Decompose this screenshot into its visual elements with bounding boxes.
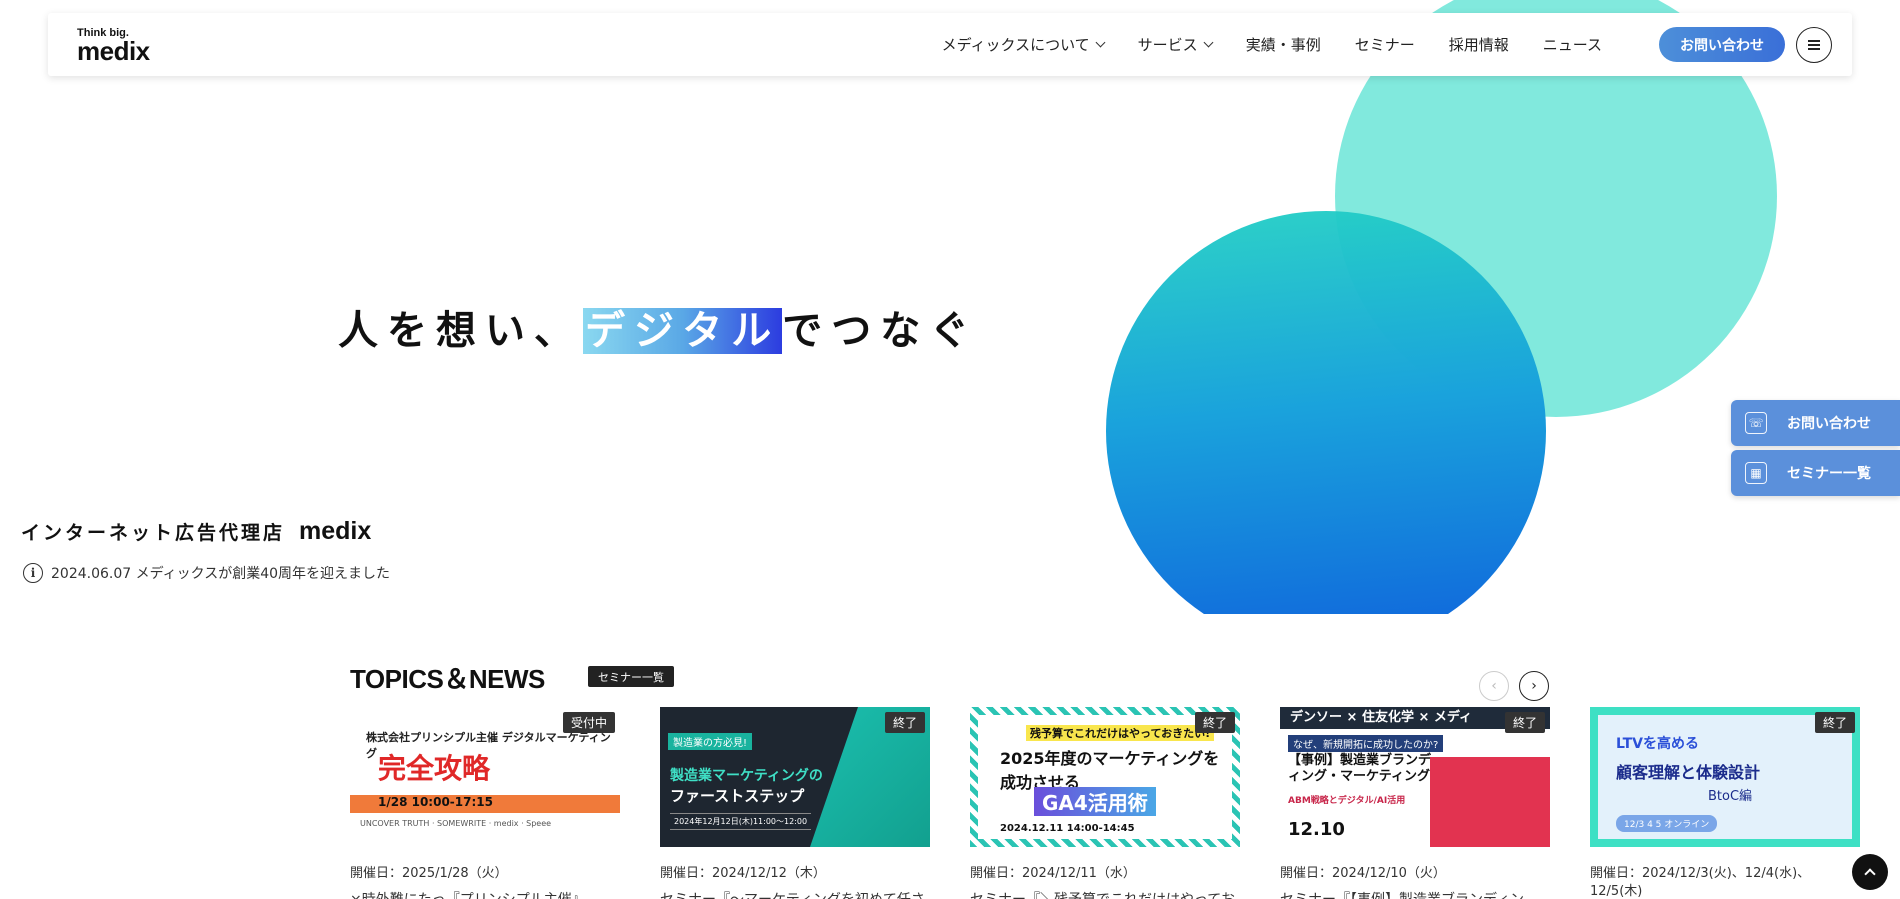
news-ticker-text: 2024.06.07 メディックスが創業40周年を迎えました: [51, 566, 391, 582]
side-seminar-button[interactable]: ▦ セミナー一覧: [1731, 450, 1900, 496]
hero-copy-after: でつなぐ: [782, 308, 979, 354]
agency-logo: medix: [299, 517, 372, 545]
card-thumbnail[interactable]: デンソー × 住友化学 × メディ なぜ、新規開拓に成功したのか? 【事例】製造…: [1280, 707, 1550, 847]
thumb-text: 2024年12月12日(木)11:00～12:00: [670, 813, 812, 830]
thumb-text: 2024.12.11 14:00-14:45: [1000, 823, 1135, 834]
thumb-text: 残予算でこれだけはやっておきたい!: [1026, 725, 1215, 741]
thumb-panel: 残予算でこれだけはやっておきたい! 2025年度のマーケティングを成功させる G…: [978, 715, 1232, 839]
thumb-text: BtoC編: [1708, 789, 1753, 804]
hero-copy-before: 人を想い、: [338, 308, 583, 354]
card-date: 開催日：2025/1/28（火）: [350, 866, 508, 881]
status-badge: 終了: [1814, 712, 1855, 733]
thumb-text: 1/28 10:00-17:15: [350, 795, 620, 813]
side-seminar-label: セミナー一覧: [1787, 466, 1871, 482]
nav-services-label: サービス: [1137, 36, 1198, 54]
card-thumbnail[interactable]: 製造業の方必見! 製造業マーケティングの ファーストステップ 2024年12月1…: [660, 707, 930, 847]
thumb-text: GA4活用術: [1034, 787, 1156, 816]
topic-card[interactable]: 製造業の方必見! 製造業マーケティングの ファーストステップ 2024年12月1…: [660, 707, 930, 899]
nav-seminar-label: セミナー: [1354, 36, 1415, 54]
status-badge: 終了: [884, 712, 925, 733]
info-icon: i: [23, 563, 43, 583]
card-date: 開催日：2024/12/3(火)、12/4(水)、12/5(木): [1590, 866, 1811, 899]
hero-copy-highlight: デジタル: [583, 308, 783, 354]
thumb-text: 【事例】製造業ブランディング・マーケティング: [1288, 753, 1432, 784]
topic-card[interactable]: デンソー × 住友化学 × メディ なぜ、新規開拓に成功したのか? 【事例】製造…: [1280, 707, 1550, 899]
nav-about-label: メディックスについて: [941, 36, 1090, 54]
nav-seminar[interactable]: セミナー: [1355, 34, 1415, 55]
calendar-icon: ▦: [1745, 462, 1767, 484]
nav-about[interactable]: メディックスについて: [941, 34, 1106, 55]
card-title[interactable]: セミナー『【事例】製造業ブランディン: [1280, 889, 1550, 899]
logo-word: medix: [77, 36, 150, 66]
topic-card[interactable]: LTVを高める 顧客理解と体験設計 BtoC編 12/3 4 5 オンライン 終…: [1590, 707, 1860, 899]
thumb-text: 製造業の方必見!: [668, 733, 753, 750]
menu-icon: [1808, 40, 1820, 50]
chevron-up-icon: [1864, 868, 1876, 880]
card-date: 開催日：2024/12/12（木）: [660, 866, 826, 881]
chevron-down-icon: [1203, 37, 1214, 48]
status-badge: 終了: [1504, 712, 1545, 733]
site-logo[interactable]: Think big. medix: [77, 27, 207, 67]
chevron-down-icon: [1095, 37, 1106, 48]
site-header: Think big. medix メディックスについて サービス 実績・事例 セ…: [48, 13, 1852, 76]
nav-recruit[interactable]: 採用情報: [1449, 34, 1509, 55]
contact-button[interactable]: お問い合わせ: [1659, 27, 1785, 62]
agency-text: インターネット広告代理店: [21, 522, 286, 544]
nav-services[interactable]: サービス: [1137, 34, 1214, 55]
thumb-text: 製造業マーケティングの: [670, 768, 823, 784]
thumb-text: 顧客理解と体験設計: [1616, 763, 1761, 782]
thumb-text: 完全攻略: [378, 752, 491, 785]
nav-news-label: ニュース: [1542, 36, 1602, 54]
hamburger-menu-button[interactable]: [1796, 27, 1832, 63]
topic-card[interactable]: 株式会社プリンシプル主催 デジタルマーケティング 完全攻略 1/28 10:00…: [350, 707, 620, 899]
news-ticker[interactable]: i 2024.06.07 メディックスが創業40周年を迎えました: [23, 563, 390, 583]
thumb-text: 2025年度のマーケティングを成功させる: [1000, 749, 1220, 792]
side-contact-label: お問い合わせ: [1787, 416, 1871, 432]
carousel-next-button[interactable]: ›: [1519, 671, 1549, 701]
thumb-text: なぜ、新規開拓に成功したのか?: [1288, 735, 1444, 752]
nav-cases-label: 実績・事例: [1245, 36, 1321, 54]
status-badge: 終了: [1194, 712, 1235, 733]
card-title[interactable]: セミナー『～マーケティングを初めて任さ: [660, 889, 930, 899]
carousel-prev-button[interactable]: ‹: [1479, 671, 1509, 701]
hero-copy: 人を想い、デジタルでつなぐ: [338, 298, 978, 356]
card-date: 開催日：2024/12/11（水）: [970, 866, 1136, 881]
phone-icon: ☏: [1745, 412, 1767, 434]
nav-recruit-label: 採用情報: [1448, 36, 1509, 54]
thumb-text: 12/3 4 5 オンライン: [1616, 815, 1718, 832]
thumb-text: LTVを高める: [1616, 736, 1699, 752]
thumb-text: ABM戦略とデジタル/AI活用: [1288, 796, 1406, 806]
card-title[interactable]: ×時外難にたっ『プリンシプル主催』: [350, 889, 620, 899]
thumb-text: 12.10: [1288, 819, 1345, 840]
card-date: 開催日：2024/12/10（火）: [1280, 866, 1446, 881]
thumb-text: UNCOVER TRUTH · SOMEWRITE · medix · Spee…: [360, 819, 552, 828]
scroll-to-top-button[interactable]: [1852, 854, 1888, 890]
thumb-text: ファーストステップ: [670, 787, 805, 805]
seminar-list-tag[interactable]: セミナー一覧: [588, 666, 674, 687]
thumb-panel: LTVを高める 顧客理解と体験設計 BtoC編 12/3 4 5 オンライン: [1598, 715, 1852, 839]
nav-news[interactable]: ニュース: [1543, 34, 1602, 55]
side-contact-button[interactable]: ☏ お問い合わせ: [1731, 400, 1900, 446]
main-nav: メディックスについて サービス 実績・事例 セミナー 採用情報 ニュース: [942, 13, 1602, 76]
card-title[interactable]: セミナー『＼残予算でこれだけはやってお: [970, 889, 1240, 899]
card-thumbnail[interactable]: LTVを高める 顧客理解と体験設計 BtoC編 12/3 4 5 オンライン 終…: [1590, 707, 1860, 847]
nav-cases[interactable]: 実績・事例: [1246, 34, 1321, 55]
card-thumbnail[interactable]: 残予算でこれだけはやっておきたい! 2025年度のマーケティングを成功させる G…: [970, 707, 1240, 847]
thumb-photo: [1430, 757, 1550, 847]
status-badge: 受付中: [562, 712, 615, 733]
topic-card[interactable]: 残予算でこれだけはやっておきたい! 2025年度のマーケティングを成功させる G…: [970, 707, 1240, 899]
topics-title: TOPICS＆NEWS: [350, 664, 545, 694]
card-thumbnail[interactable]: 株式会社プリンシプル主催 デジタルマーケティング 完全攻略 1/28 10:00…: [350, 707, 620, 847]
agency-line: インターネット広告代理店 medix: [21, 517, 371, 546]
